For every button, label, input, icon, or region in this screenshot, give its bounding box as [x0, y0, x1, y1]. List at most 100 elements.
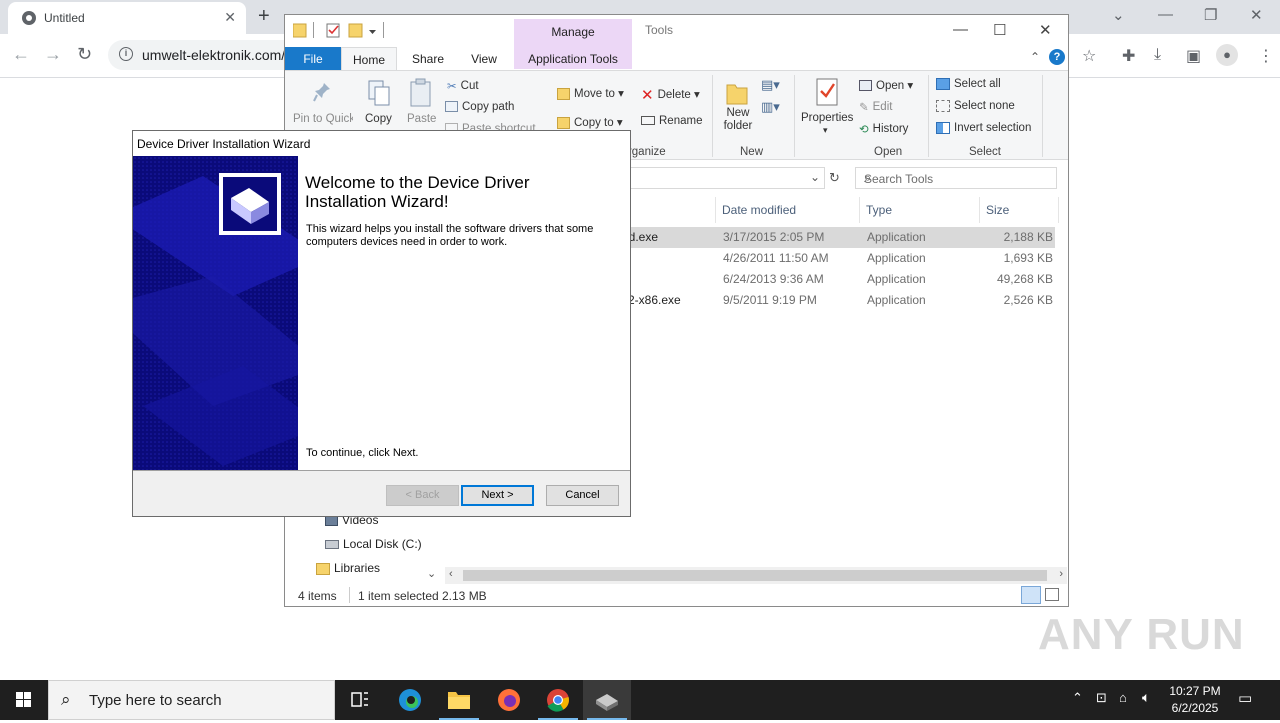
paste-button[interactable]: Paste [407, 113, 436, 125]
side-panel-icon[interactable]: ▣ [1186, 46, 1201, 66]
edit-button[interactable]: ✎ Edit [859, 100, 892, 114]
chrome-taskbar-app[interactable] [534, 680, 582, 720]
column-size[interactable]: Size [986, 203, 1009, 217]
cancel-button[interactable]: Cancel [546, 485, 619, 506]
file-row[interactable]: e 6/24/2013 9:36 AM Application 49,268 K… [622, 269, 1055, 290]
large-icons-view-icon[interactable] [1045, 588, 1059, 601]
select-all-button[interactable]: Select all [936, 78, 1001, 90]
wizard-banner [133, 156, 298, 470]
firefox-taskbar-app[interactable] [485, 680, 533, 720]
history-button[interactable]: ⟲ History [859, 122, 908, 136]
close-button[interactable]: ✕ [1039, 21, 1052, 39]
nav-scroll-down-icon[interactable]: ⌄ [427, 567, 436, 580]
task-view-button[interactable] [336, 680, 384, 720]
forward-arrow-icon[interactable]: → [44, 44, 62, 65]
invert-selection-button[interactable]: Invert selection [936, 122, 1031, 134]
copy-icon [368, 80, 390, 106]
properties-button[interactable]: Properties [801, 112, 853, 124]
help-icon[interactable]: ? [1049, 49, 1065, 65]
back-arrow-icon[interactable]: ← [12, 44, 30, 65]
selected-count: 1 item selected [358, 589, 439, 603]
search-box[interactable]: Search Tools ⌕ [855, 167, 1057, 189]
move-to-button[interactable]: Move to ▾ [557, 86, 624, 100]
column-date-modified[interactable]: Date modified [722, 203, 796, 217]
reload-icon[interactable]: ↻ [77, 44, 92, 65]
file-row[interactable]: v2-x86.exe 9/5/2011 9:19 PM Application … [622, 290, 1055, 311]
tab-share[interactable]: Share [403, 47, 453, 70]
clock-time: 10:27 PM [1169, 684, 1221, 698]
taskbar-search[interactable]: ⌕ Type here to search [48, 680, 335, 720]
minimize-button[interactable]: — [1158, 6, 1173, 23]
scrollbar-thumb[interactable] [463, 570, 1047, 581]
copy-path-button[interactable]: Copy path [445, 101, 514, 113]
chrome-menu-icon[interactable]: ⋮ [1258, 46, 1274, 66]
tab-search-icon[interactable]: ⌄ [1112, 6, 1125, 24]
browser-tab[interactable]: Untitled ✕ [8, 2, 246, 34]
select-none-button[interactable]: Select none [936, 100, 1015, 112]
manage-contextual-tab: Manage [514, 19, 632, 43]
extensions-icon[interactable]: ✚ [1122, 46, 1135, 66]
pin-icon [313, 83, 330, 102]
refresh-icon[interactable]: ↻ [829, 170, 840, 186]
copy-to-button[interactable]: Copy to ▾ [557, 115, 623, 129]
file-date: 9/5/2011 9:19 PM [723, 293, 817, 307]
copy-path-icon [445, 101, 458, 113]
details-view-icon[interactable] [1021, 586, 1041, 604]
minimize-button[interactable]: — [953, 21, 968, 38]
bookmark-star-icon[interactable]: ☆ [1082, 46, 1096, 66]
close-window-button[interactable]: ✕ [1250, 6, 1263, 24]
tab-file[interactable]: File [285, 47, 341, 70]
copy-button[interactable]: Copy [365, 113, 392, 125]
site-info-icon[interactable]: i [119, 47, 133, 61]
restore-button[interactable]: ❐ [1204, 6, 1217, 24]
profile-avatar-icon[interactable]: ● [1216, 44, 1238, 66]
open-button[interactable]: Open ▾ [859, 78, 913, 92]
tab-application-tools[interactable]: Application Tools [514, 47, 632, 70]
close-tab-icon[interactable]: ✕ [224, 9, 236, 26]
new-folder-button[interactable]: New folder [721, 107, 755, 133]
file-row[interactable]: 4/26/2011 11:50 AM Application 1,693 KB [622, 248, 1055, 269]
next-button[interactable]: Next > [461, 485, 534, 506]
delete-button[interactable]: ✕ Delete ▾ [641, 86, 700, 104]
wizard-taskbar-app[interactable] [583, 680, 631, 720]
start-button[interactable] [0, 680, 48, 720]
tab-home[interactable]: Home [341, 47, 397, 70]
invert-selection-icon [936, 122, 950, 134]
open-label: Open [876, 80, 905, 92]
tab-view[interactable]: View [459, 47, 509, 70]
maximize-button[interactable]: ☐ [993, 21, 1006, 39]
pin-to-quick-access-button[interactable]: Pin to Quick access [293, 113, 353, 130]
device-icon[interactable]: ⊡ [1096, 690, 1107, 706]
edge-taskbar-app[interactable] [386, 680, 434, 720]
cut-button[interactable]: ✂ Cut [447, 79, 479, 93]
scroll-left-icon[interactable]: ‹ [449, 568, 453, 580]
quick-access-toolbar-icon[interactable] [293, 22, 393, 40]
address-bar[interactable]: i umwelt-elektronik.com/ [108, 40, 298, 70]
notification-icon[interactable]: ▭ [1238, 689, 1252, 707]
taskbar-clock[interactable]: 10:27 PM 6/2/2025 [1160, 683, 1230, 717]
nav-item-libraries[interactable]: Libraries [316, 561, 380, 575]
select-none-label: Select none [954, 100, 1015, 113]
network-icon[interactable]: ⌂ [1119, 690, 1127, 705]
file-row[interactable]: ed.exe 3/17/2015 2:05 PM Application 2,1… [622, 227, 1055, 248]
easy-access-icon[interactable]: ▥▾ [761, 99, 780, 115]
new-tab-button[interactable]: + [258, 5, 270, 28]
column-type[interactable]: Type [866, 203, 892, 217]
nav-item-local-disk[interactable]: Local Disk (C:) [325, 537, 422, 551]
file-explorer-taskbar-app[interactable] [435, 680, 483, 720]
back-button[interactable]: < Back [386, 485, 459, 506]
rename-button[interactable]: Rename [641, 115, 702, 127]
volume-icon[interactable]: 🔈︎ [1142, 689, 1150, 706]
horizontal-scrollbar[interactable]: ‹ › [445, 567, 1067, 584]
scroll-right-icon[interactable]: › [1059, 568, 1063, 580]
tray-chevron-icon[interactable]: ⌃ [1072, 690, 1083, 706]
address-box[interactable]: ⌄ [625, 167, 825, 189]
collapse-ribbon-icon[interactable]: ⌃ [1030, 50, 1040, 64]
new-item-icon[interactable]: ▤▾ [761, 77, 780, 93]
search-icon: ⌕ [864, 170, 872, 185]
chevron-down-icon[interactable]: ⌄ [810, 170, 820, 184]
download-icon[interactable]: ⤓ [1154, 46, 1161, 64]
ribbon-separator [928, 75, 929, 157]
properties-dropdown-icon[interactable]: ▾ [823, 125, 828, 136]
new-folder-icon [726, 84, 748, 105]
